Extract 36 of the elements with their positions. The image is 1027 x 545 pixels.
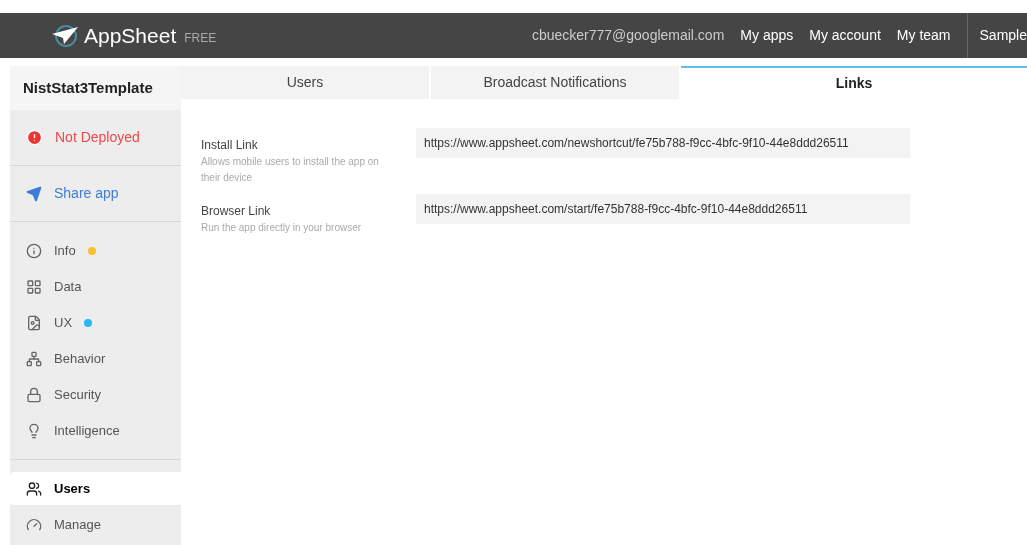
link-field[interactable]: https://www.appsheet.com/newshortcut/fe75b788-f9cc-4bfc-9f10-44e8ddd26511 <box>416 128 910 158</box>
users-icon <box>26 480 42 497</box>
sidebar-item[interactable]: Intelligence <box>10 414 181 447</box>
gauge-icon <box>26 516 42 533</box>
plan-label: FREE <box>184 29 217 47</box>
nav-link[interactable]: Sample <box>979 25 1027 46</box>
sidebar-item[interactable]: Manage <box>10 508 181 541</box>
nav-link[interactable]: My team <box>896 25 951 46</box>
sidebar-item[interactable]: Security <box>10 378 181 411</box>
field-label: Browser Link <box>201 203 272 220</box>
sidebar-item[interactable]: Behavior <box>10 342 181 375</box>
link-field[interactable]: https://www.appsheet.com/start/fe75b788-f9cc-4bfc-9f10-44e8ddd26511 <box>416 194 910 224</box>
sidebar-item[interactable]: UX <box>10 306 181 339</box>
field-description: Run the app directly in your browser <box>201 221 363 235</box>
user-email: cbuecker777@googlemail.com <box>531 26 725 45</box>
field-label: Install Link <box>201 137 259 154</box>
sidebar-item[interactable]: Users <box>10 472 181 505</box>
info-icon <box>26 242 42 259</box>
alert-icon <box>26 129 43 146</box>
paper-plane-icon <box>26 185 42 202</box>
brand-name: AppSheet <box>84 22 177 49</box>
nav-link[interactable]: My apps <box>740 25 794 46</box>
app-name: NistStat3Template <box>10 66 181 110</box>
hierarchy-icon <box>26 350 42 367</box>
tab[interactable]: Broadcast Notifications <box>431 66 679 99</box>
tab[interactable]: Users <box>181 66 429 99</box>
paper-plane-logo-icon <box>50 23 80 48</box>
lightbulb-icon <box>26 422 42 439</box>
lock-icon <box>26 386 42 403</box>
share-link[interactable]: Share app <box>54 183 119 204</box>
image-file-icon <box>26 314 42 331</box>
field-description: Allows mobile users to install the app on their device <box>201 155 380 185</box>
nav-link[interactable]: My account <box>809 25 881 46</box>
grid-icon <box>26 278 42 295</box>
sidebar-item[interactable]: Data <box>10 270 181 303</box>
sidebar-item[interactable]: Info <box>10 234 181 267</box>
